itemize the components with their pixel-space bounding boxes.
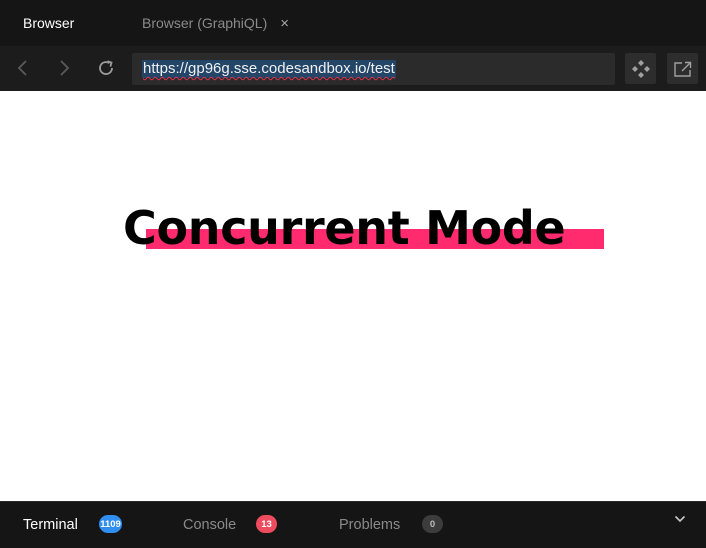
- url-input[interactable]: https://gp96g.sse.codesandbox.io/test: [132, 53, 615, 85]
- tab-problems-label: Problems: [339, 517, 401, 533]
- back-button[interactable]: [11, 56, 35, 80]
- tab-terminal-label: Terminal: [23, 517, 78, 533]
- refresh-icon: [99, 60, 113, 75]
- tab-browser[interactable]: Browser: [23, 0, 74, 46]
- tab-browser-graphiql-label: Browser (GraphiQL): [142, 15, 268, 31]
- navigation-bar: https://gp96g.sse.codesandbox.io/test: [0, 46, 706, 91]
- close-icon[interactable]: ×: [280, 16, 289, 31]
- url-text: https://gp96g.sse.codesandbox.io/test: [142, 60, 396, 78]
- bottom-panel: Terminal 1109 Console 13 Problems 0: [0, 501, 706, 548]
- page-heading: Concurrent Mode: [123, 201, 566, 255]
- chevron-left-icon: [17, 60, 27, 76]
- chevron-right-icon: [60, 60, 70, 76]
- tab-terminal[interactable]: Terminal: [23, 502, 78, 548]
- devtools-button[interactable]: [625, 53, 656, 84]
- tab-bar: Browser Browser (GraphiQL) ×: [0, 0, 706, 46]
- tab-console[interactable]: Console: [183, 502, 236, 548]
- terminal-count-badge: 1109: [99, 515, 122, 533]
- tab-browser-graphiql[interactable]: Browser (GraphiQL) ×: [142, 0, 289, 46]
- devtools-icon: [631, 59, 650, 78]
- chevron-down-icon: [674, 515, 686, 523]
- open-in-new-window-icon: [673, 61, 691, 77]
- open-in-new-window-button[interactable]: [667, 53, 698, 84]
- preview-frame: Concurrent Mode: [0, 91, 706, 501]
- forward-button[interactable]: [52, 56, 76, 80]
- tab-console-label: Console: [183, 517, 237, 533]
- codesandbox-preview-panel: Browser Browser (GraphiQL) × https://gp9…: [0, 0, 706, 548]
- tab-problems[interactable]: Problems: [339, 502, 400, 548]
- console-count-badge: 13: [256, 515, 277, 533]
- problems-count-badge: 0: [422, 515, 443, 533]
- collapse-panel-button[interactable]: [672, 511, 688, 527]
- refresh-button[interactable]: [94, 56, 118, 80]
- tab-browser-label: Browser: [23, 15, 75, 31]
